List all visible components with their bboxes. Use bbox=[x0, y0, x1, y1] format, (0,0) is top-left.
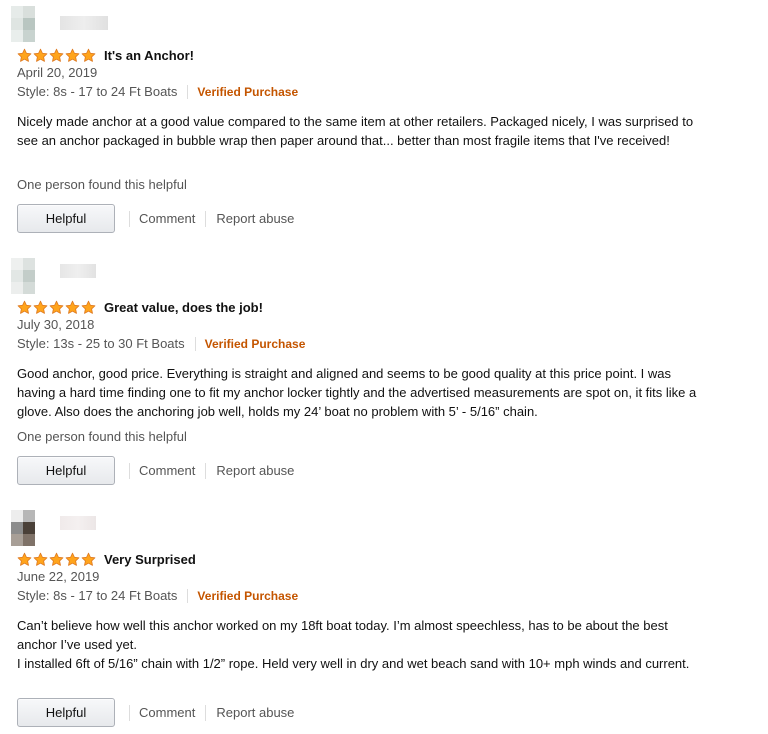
divider bbox=[187, 588, 189, 603]
star-icon bbox=[81, 48, 96, 62]
reviewer-name[interactable] bbox=[60, 264, 96, 278]
product-style[interactable]: Style: 13s - 25 to 30 Ft Boats bbox=[17, 336, 185, 351]
star-icon bbox=[33, 552, 48, 566]
star-icon bbox=[17, 48, 32, 62]
divider bbox=[205, 462, 207, 479]
review-body: Can’t believe how well this anchor worke… bbox=[17, 616, 707, 673]
star-icon bbox=[49, 552, 64, 566]
helpful-count: One person found this helpful bbox=[17, 177, 187, 192]
helpful-button[interactable]: Helpful bbox=[17, 204, 115, 233]
reviewer-profile[interactable] bbox=[11, 6, 707, 46]
review-body-line: Can’t believe how well this anchor worke… bbox=[17, 618, 668, 652]
star-icon bbox=[65, 552, 80, 566]
review-body-line: I installed 6ft of 5/16” chain with 1/2”… bbox=[17, 656, 690, 671]
helpful-count: One person found this helpful bbox=[17, 429, 187, 444]
product-style[interactable]: Style: 8s - 17 to 24 Ft Boats bbox=[17, 588, 177, 603]
verified-purchase-badge: Verified Purchase bbox=[197, 588, 299, 603]
avatar[interactable] bbox=[11, 258, 47, 294]
comment-link[interactable]: Comment bbox=[139, 705, 195, 720]
review-title[interactable]: Great value, does the job! bbox=[104, 300, 263, 315]
review: Very Surprised June 22, 2019 Style: 8s -… bbox=[11, 510, 707, 727]
review-body: Nicely made anchor at a good value compa… bbox=[17, 114, 694, 148]
review: Great value, does the job! July 30, 2018… bbox=[11, 258, 707, 485]
reviewer-profile[interactable] bbox=[11, 258, 707, 298]
review-title[interactable]: Very Surprised bbox=[104, 552, 196, 567]
divider bbox=[205, 704, 207, 721]
star-icon bbox=[65, 300, 80, 314]
review-date: April 20, 2019 bbox=[17, 65, 98, 80]
verified-purchase-badge: Verified Purchase bbox=[204, 336, 306, 351]
reviewer-name[interactable] bbox=[60, 16, 108, 30]
star-icon bbox=[49, 300, 64, 314]
divider bbox=[129, 462, 130, 479]
star-icon bbox=[17, 552, 32, 566]
star-icon bbox=[81, 552, 96, 566]
review-body: Good anchor, good price. Everything is s… bbox=[17, 366, 697, 419]
review: It's an Anchor! April 20, 2019 Style: 8s… bbox=[11, 6, 707, 233]
comment-link[interactable]: Comment bbox=[139, 463, 195, 478]
divider bbox=[194, 336, 196, 351]
divider bbox=[205, 210, 207, 227]
reviewer-profile[interactable] bbox=[11, 510, 707, 550]
reviewer-name[interactable] bbox=[60, 516, 96, 530]
review-date: June 22, 2019 bbox=[17, 569, 100, 584]
avatar[interactable] bbox=[11, 6, 47, 42]
star-icon bbox=[33, 48, 48, 62]
star-icon bbox=[81, 300, 96, 314]
verified-purchase-badge: Verified Purchase bbox=[197, 84, 299, 99]
star-icon bbox=[49, 48, 64, 62]
review-title[interactable]: It's an Anchor! bbox=[104, 48, 194, 63]
star-icon bbox=[33, 300, 48, 314]
review-date: July 30, 2018 bbox=[17, 317, 95, 332]
star-rating bbox=[17, 552, 96, 567]
avatar[interactable] bbox=[11, 510, 47, 546]
divider bbox=[129, 210, 130, 227]
report-abuse-link[interactable]: Report abuse bbox=[216, 705, 294, 720]
star-icon bbox=[65, 48, 80, 62]
star-rating bbox=[17, 300, 96, 315]
helpful-button[interactable]: Helpful bbox=[17, 698, 115, 727]
divider bbox=[129, 704, 130, 721]
star-icon bbox=[17, 300, 32, 314]
helpful-button[interactable]: Helpful bbox=[17, 456, 115, 485]
comment-link[interactable]: Comment bbox=[139, 211, 195, 226]
product-style[interactable]: Style: 8s - 17 to 24 Ft Boats bbox=[17, 84, 177, 99]
report-abuse-link[interactable]: Report abuse bbox=[216, 463, 294, 478]
report-abuse-link[interactable]: Report abuse bbox=[216, 211, 294, 226]
star-rating bbox=[17, 48, 96, 63]
divider bbox=[187, 84, 189, 99]
